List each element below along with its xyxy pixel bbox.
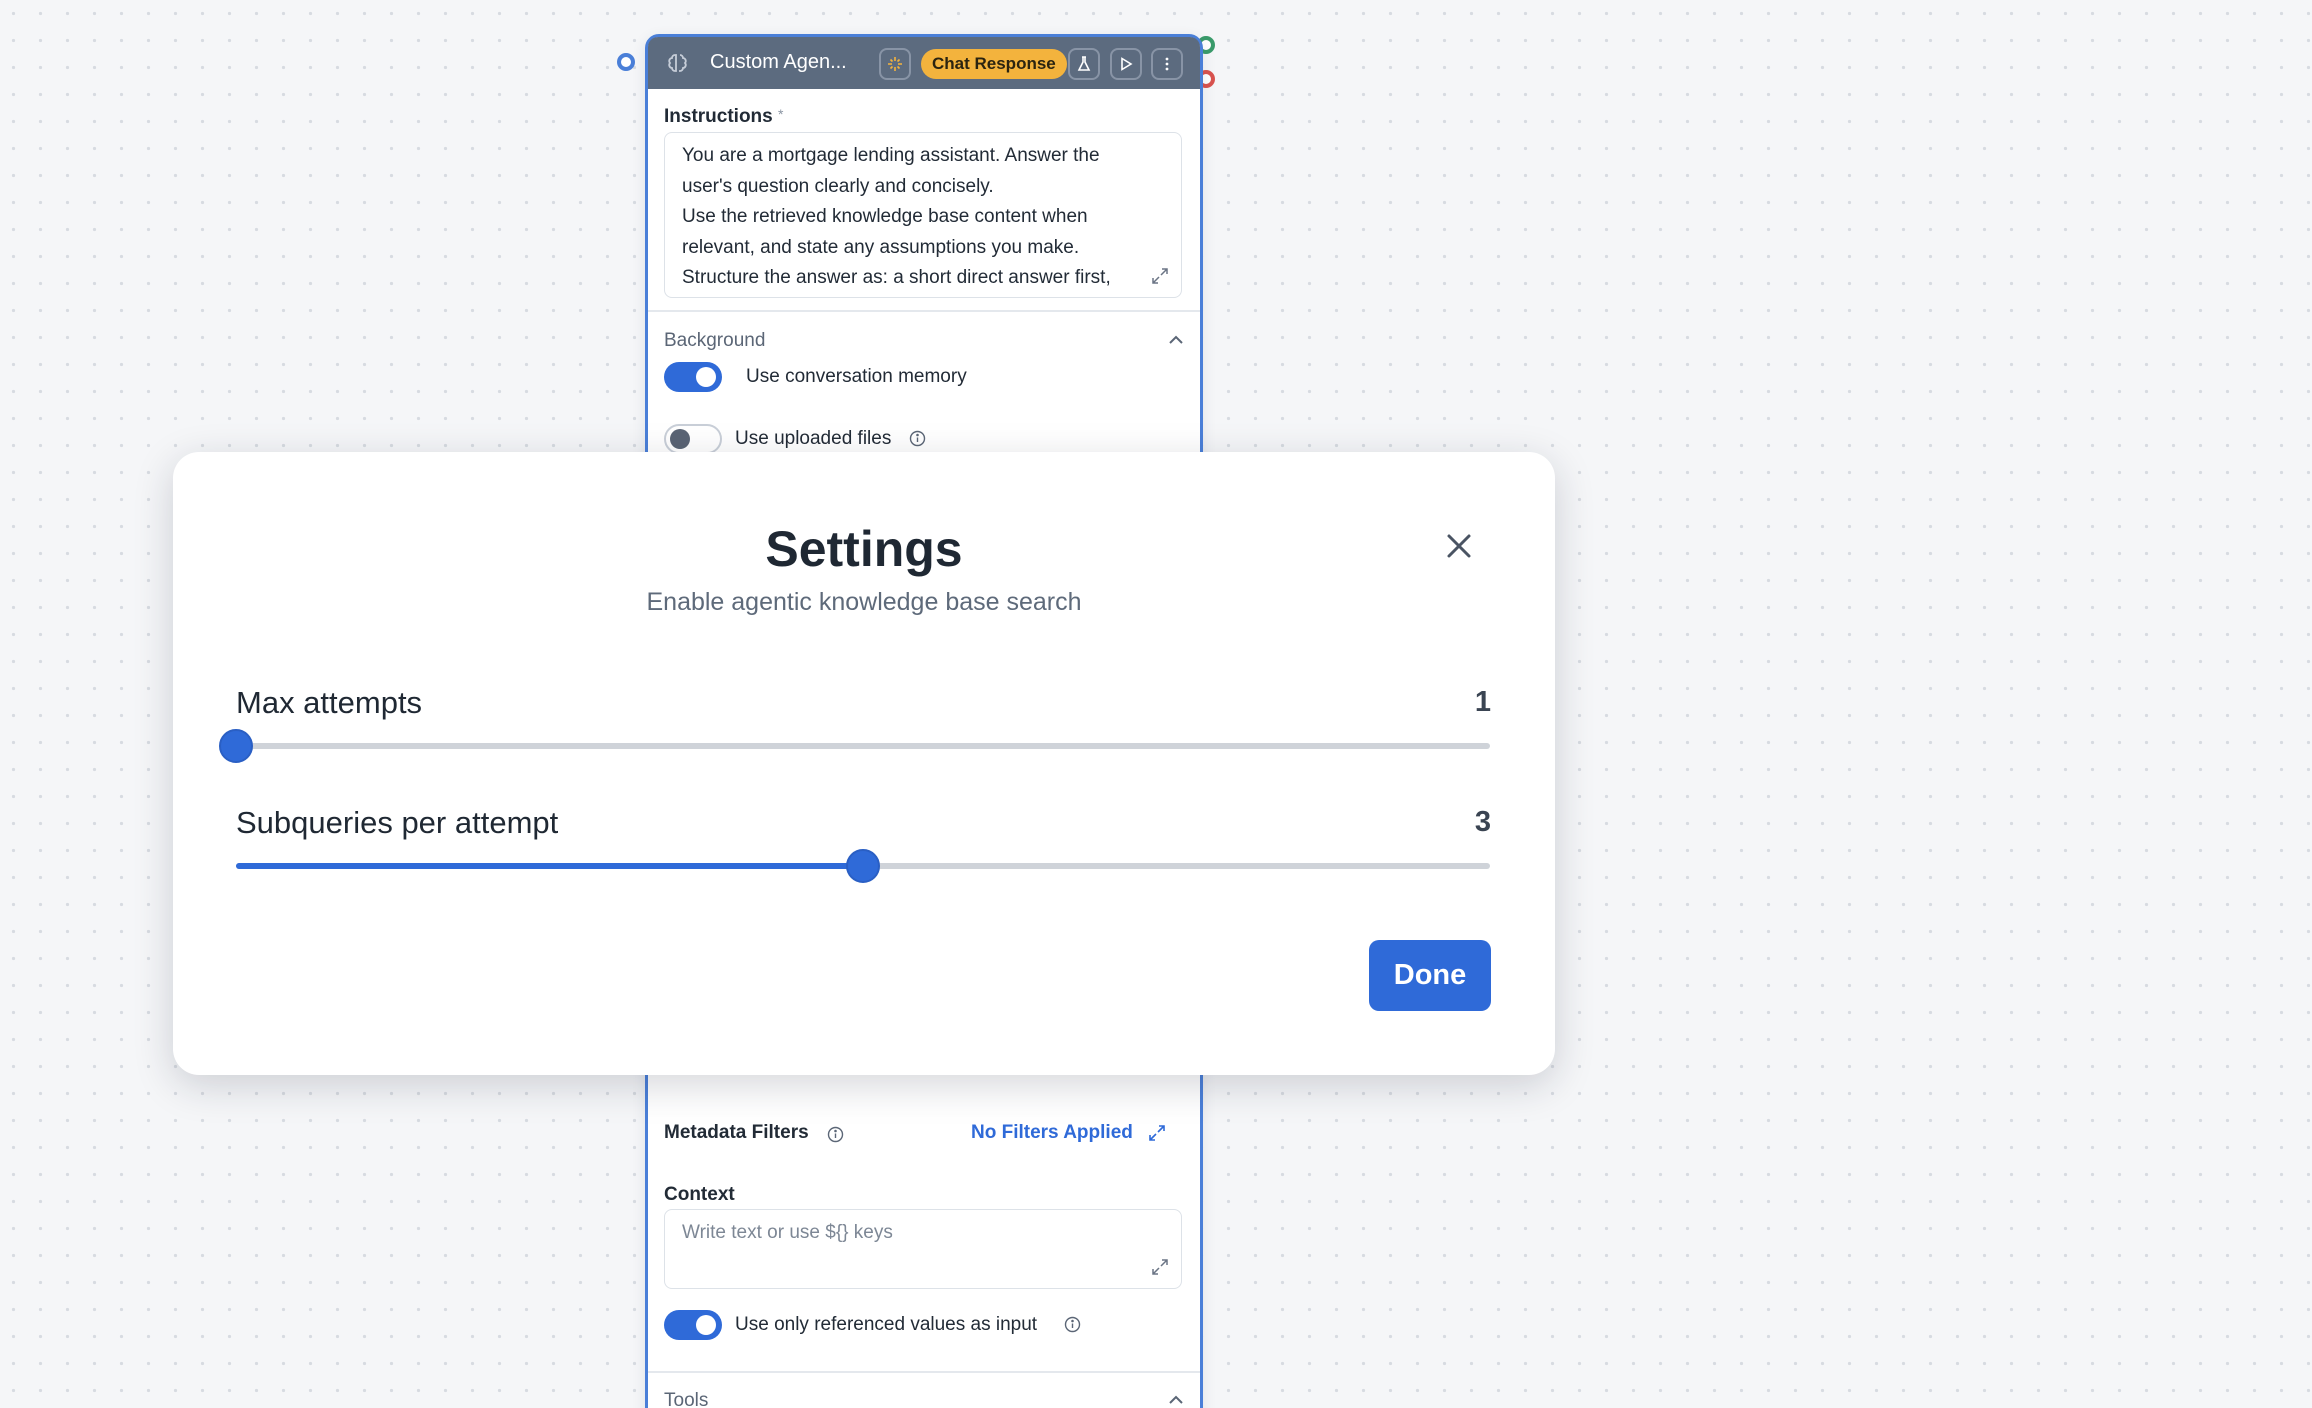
instructions-label: Instructions * [664,106,784,127]
divider [648,1371,1200,1373]
metadata-filters-label: Metadata Filters [664,1122,809,1143]
done-button[interactable]: Done [1369,940,1491,1011]
context-placeholder: Write text or use ${} keys [682,1222,893,1243]
subqueries-value: 3 [1474,806,1491,838]
more-vertical-icon [1165,57,1169,71]
slider-thumb[interactable] [219,729,253,763]
flask-icon [1077,56,1091,71]
slider-fill [236,863,863,869]
modal-title: Settings [765,521,963,577]
node-title: Custom Agen... [710,51,847,73]
subqueries-slider[interactable] [236,849,1490,883]
no-filters-link[interactable]: No Filters Applied [971,1122,1133,1144]
context-expand-icon[interactable] [1151,1258,1169,1276]
slider-thumb[interactable] [846,849,880,883]
referenced-info-icon[interactable] [1064,1316,1081,1333]
max-attempts-label: Max attempts [236,685,423,720]
use-memory-toggle[interactable] [664,362,722,392]
background-section-title[interactable]: Background [664,330,765,352]
magic-button[interactable] [879,48,911,80]
use-files-toggle[interactable] [664,424,722,454]
input-port[interactable] [617,53,635,71]
chat-response-badge[interactable]: Chat Response [921,49,1067,79]
use-memory-label: Use conversation memory [746,366,967,387]
divider [648,310,1200,312]
max-attempts-value: 1 [1474,686,1491,718]
settings-modal[interactable]: Settings Enable agentic knowledge base s… [173,452,1555,1075]
more-button[interactable] [1151,48,1183,80]
info-icon[interactable] [909,430,926,447]
metadata-info-icon[interactable] [827,1126,844,1143]
chevron-up-icon[interactable] [1167,334,1185,346]
context-label: Context [664,1184,735,1205]
tools-chevron-up-icon[interactable] [1167,1394,1185,1406]
subqueries-label: Subqueries per attempt [236,805,559,840]
expand-icon[interactable] [1151,267,1169,285]
referenced-values-label: Use only referenced values as input [735,1314,1038,1335]
tools-section-title[interactable]: Tools [664,1390,708,1408]
use-files-label: Use uploaded files [735,428,892,449]
required-mark: * [778,106,784,122]
modal-subtitle: Enable agentic knowledge base search [646,588,1082,616]
close-icon[interactable] [1441,528,1477,564]
run-button[interactable] [1110,48,1142,80]
node-header[interactable]: Custom Agen... Chat Response [648,37,1200,89]
metadata-expand-icon[interactable] [1148,1124,1166,1142]
test-button[interactable] [1068,48,1100,80]
referenced-values-toggle[interactable] [664,1310,722,1340]
instructions-textarea[interactable]: You are a mortgage lending assistant. An… [664,132,1182,298]
context-textarea[interactable]: Write text or use ${} keys [664,1209,1182,1289]
sparkle-icon [888,57,902,71]
max-attempts-slider[interactable] [219,729,1490,763]
instructions-text: You are a mortgage lending assistant. An… [682,145,1111,288]
brain-icon [668,54,687,72]
play-icon [1121,57,1133,71]
